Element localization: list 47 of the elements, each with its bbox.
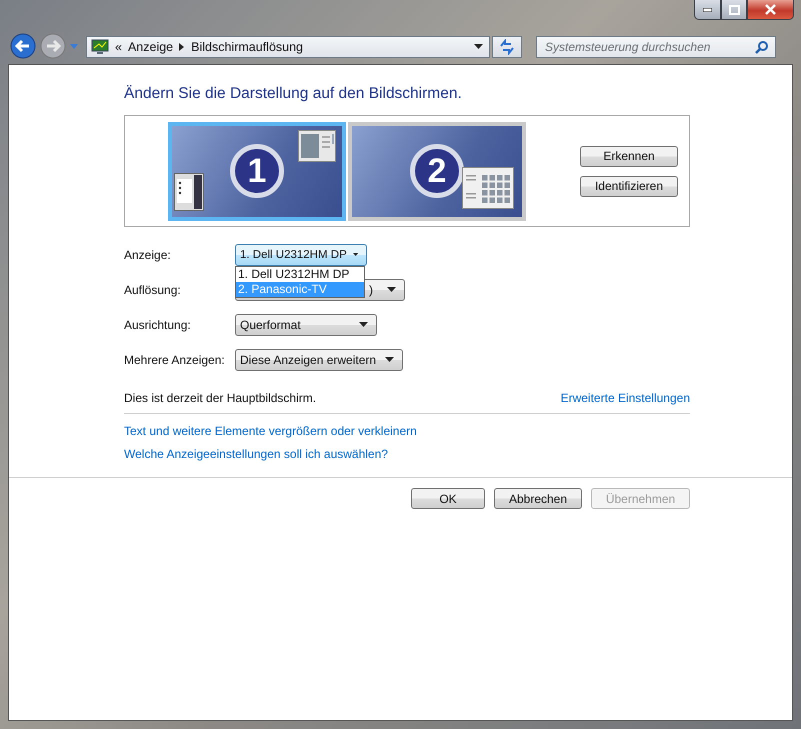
- maximize-button[interactable]: [721, 0, 747, 20]
- breadcrumb[interactable]: «: [115, 40, 122, 54]
- refresh-icon: [499, 39, 515, 55]
- minimize-button[interactable]: [694, 0, 721, 20]
- dropdown-option[interactable]: 1. Dell U2312HM DP: [236, 266, 364, 282]
- window-thumbnail-icon: [298, 130, 336, 162]
- dropdown-arrow-icon: [359, 322, 368, 327]
- monitor-action-button[interactable]: Erkennen: [580, 146, 678, 166]
- breadcrumb[interactable]: Bildschirmauflösung: [191, 40, 303, 54]
- setting-label: Ausrichtung:: [124, 318, 192, 332]
- chevron-icon: [179, 43, 186, 51]
- page-heading: Ändern Sie die Darstellung auf den Bildschirmen.: [124, 85, 463, 103]
- close-icon: [765, 4, 776, 15]
- setting-dropdown[interactable]: Querformat: [235, 314, 377, 336]
- forward-button[interactable]: [40, 33, 68, 61]
- status-text: Dies ist derzeit der Hauptbildschirm.: [124, 391, 316, 405]
- monitor-icon: [91, 39, 109, 55]
- window-thumbnail-icon: [174, 172, 204, 210]
- monitor-action-button[interactable]: Identifizieren: [580, 176, 678, 196]
- setting-label: Mehrere Anzeigen:: [124, 352, 226, 366]
- setting-label: Auflösung:: [124, 282, 182, 296]
- setting-label: Anzeige:: [124, 248, 172, 262]
- dropdown-arrow-icon[interactable]: [474, 44, 483, 50]
- dropdown-arrow-icon: [387, 287, 396, 292]
- dropdown-arrow-icon: [352, 252, 358, 257]
- dialog-button[interactable]: OK: [411, 488, 485, 509]
- monitor-tile[interactable]: 2: [348, 122, 526, 220]
- setting-dropdown[interactable]: Diese Anzeigen erweitern: [235, 348, 403, 370]
- search-field[interactable]: Systemsteuerung durchsuchen: [536, 36, 776, 58]
- back-button[interactable]: [10, 33, 38, 61]
- help-link[interactable]: Text und weitere Elemente vergrößern oder verkleinern: [124, 424, 417, 438]
- setting-dropdown[interactable]: 1. Dell U2312HM DP: [235, 244, 367, 266]
- breadcrumb[interactable]: Anzeige: [128, 40, 174, 54]
- close-button[interactable]: [747, 0, 794, 20]
- address-bar[interactable]: « Anzeige Bildschirmauflösung: [86, 36, 490, 58]
- monitor-number: 2: [410, 144, 464, 198]
- help-link[interactable]: Welche Anzeigeeinstellungen soll ich auswählen?: [124, 447, 388, 461]
- refresh-button[interactable]: [492, 36, 522, 58]
- window-thumbnail-icon: [462, 166, 514, 208]
- monitor-number: 1: [230, 144, 284, 198]
- maximize-icon: [728, 4, 740, 14]
- monitor-tile[interactable]: 1: [168, 122, 346, 220]
- dialog-button[interactable]: Abbrechen: [494, 488, 582, 509]
- advanced-settings-link[interactable]: Erweiterte Einstellungen: [560, 391, 690, 405]
- minimize-icon: [703, 8, 712, 12]
- dropdown-arrow-icon: [385, 357, 394, 362]
- search-icon: [755, 40, 769, 54]
